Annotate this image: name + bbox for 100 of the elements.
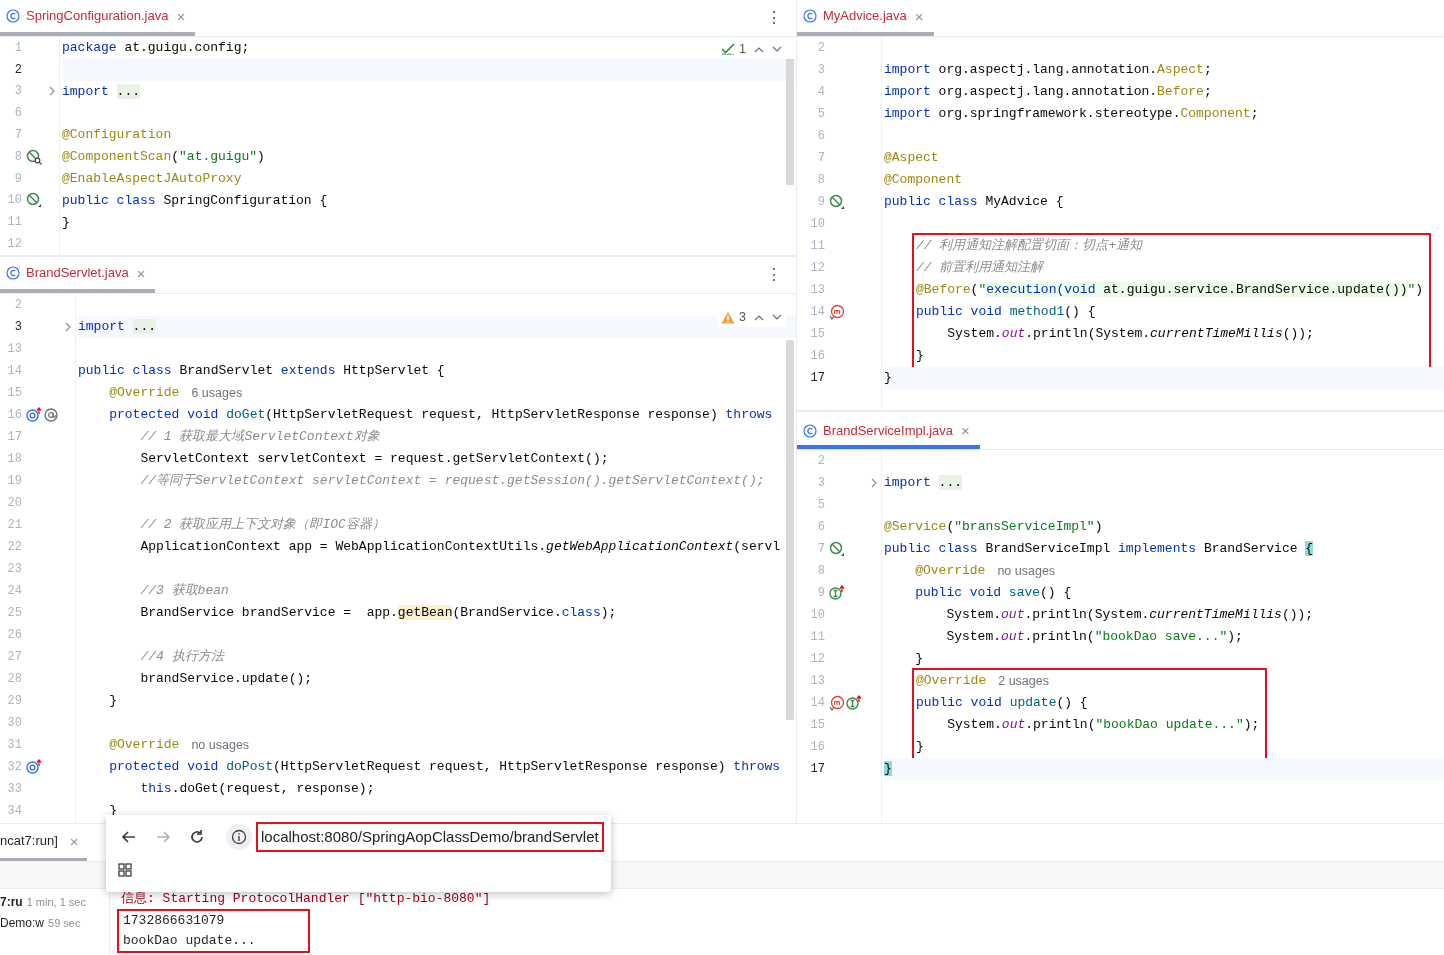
no-entry-icon: [26, 192, 42, 209]
line-number: 19: [6, 473, 23, 490]
line-number: 18: [6, 451, 23, 468]
at-sign-icon: [43, 407, 59, 423]
code-line: //3 获取bean: [139, 582, 229, 601]
code-line: @Override: [914, 562, 986, 581]
line-number: 3: [816, 62, 826, 79]
search-icon: [26, 148, 42, 165]
line-number: 12: [809, 260, 826, 277]
editor-tab[interactable]: SpringConfiguration.java ×: [0, 0, 196, 36]
code-line: protected void doPost(HttpServletRequest request, HttpServletResponse response) throws: [108, 758, 781, 777]
line-number: 12: [6, 236, 23, 254]
line-number: 9: [816, 585, 826, 602]
line-number: 22: [6, 539, 23, 556]
code-line: }: [916, 347, 924, 366]
code-line: @Configuration: [62, 126, 172, 145]
info-icon[interactable]: [231, 829, 247, 845]
code-line: @Component: [884, 171, 962, 190]
line-number: 5: [816, 106, 826, 123]
class-icon: [6, 266, 20, 280]
code-line: public void save() {: [914, 584, 1072, 603]
code-line: import org.springframework.stereotype.Component;: [884, 105, 1259, 124]
chevron-up-icon[interactable]: [754, 45, 764, 53]
code-line: @Override: [108, 736, 180, 755]
usage-hint: 6 usages: [191, 384, 243, 402]
line-number: 17: [809, 370, 826, 387]
console-line: bookDao update...: [122, 932, 256, 950]
code-line: ApplicationContext app = WebApplicationContextUtils.getWebApplicationContext(servl: [139, 538, 781, 557]
implements-icon[interactable]: [846, 695, 862, 711]
code-line: import ...: [62, 82, 140, 101]
advice-icon[interactable]: [829, 695, 845, 711]
class-icon: [6, 9, 20, 23]
line-number: 12: [809, 651, 826, 668]
code-line: public class MyAdvice {: [884, 193, 1064, 212]
fold-icon[interactable]: [870, 478, 878, 488]
code-line: @Aspect: [884, 149, 939, 168]
elapsed-time: 1 min, 1 sec: [26, 895, 86, 910]
close-button[interactable]: ×: [174, 8, 188, 24]
editor-tab[interactable]: MyAdvice.java ×: [797, 0, 934, 36]
apps-grid-icon[interactable]: [118, 863, 132, 877]
service-name[interactable]: 7:ru: [0, 893, 23, 911]
elapsed-time: 59 sec: [48, 916, 81, 931]
code-line: @Before("execution(void at.guigu.service.BrandService.update())"): [916, 281, 1424, 300]
override-icon[interactable]: [26, 759, 42, 775]
fold-icon[interactable]: [64, 322, 72, 332]
code-line: }: [884, 369, 892, 388]
editor-tab[interactable]: BrandServlet.java ×: [0, 257, 156, 293]
service-name[interactable]: Demo:w: [0, 914, 44, 932]
more-menu-button[interactable]: ⋮: [752, 257, 796, 293]
code-line: import ...: [78, 318, 156, 337]
inspection-count[interactable]: 1: [721, 40, 746, 59]
advice-icon[interactable]: [829, 304, 845, 320]
url-field[interactable]: localhost:8080/SpringAopClassDemo/brandServlet: [256, 821, 604, 853]
close-button[interactable]: ×: [959, 423, 972, 438]
line-number: 17: [6, 429, 23, 446]
line-number: 9: [816, 194, 826, 211]
console-line: 信息: Starting ProtocolHandler ["http-bio-8080"]: [120, 890, 492, 908]
line-number: 8: [13, 148, 23, 166]
line-number: 13: [6, 341, 23, 358]
fold-icon[interactable]: [48, 86, 56, 97]
line-number: 20: [6, 495, 23, 512]
line-number: 11: [809, 238, 826, 255]
close-button[interactable]: ×: [134, 265, 148, 281]
no-entry-icon: [829, 194, 845, 210]
line-number: 6: [816, 519, 826, 536]
line-number: 10: [6, 192, 23, 210]
chevron-up-icon[interactable]: [754, 313, 764, 321]
code-line: @Override: [108, 384, 180, 403]
line-number: 4: [816, 84, 826, 101]
line-number: 11: [6, 214, 23, 232]
code-line: // 2 获取应用上下文对象（即IOC容器）: [139, 516, 385, 535]
code-line: protected void doGet(HttpServletRequest request, HttpServletResponse response) throws: [108, 406, 773, 425]
line-number: 13: [809, 282, 826, 299]
close-button[interactable]: ×: [912, 8, 926, 24]
implements-icon[interactable]: [829, 585, 845, 601]
reload-icon[interactable]: [188, 828, 206, 846]
line-number: 31: [6, 737, 23, 754]
override-icon[interactable]: [26, 407, 42, 423]
code-line: @Override: [916, 672, 987, 691]
code-line: @ComponentScan("at.guigu"): [62, 148, 265, 167]
line-number: 1: [13, 39, 23, 57]
line-number: 7: [816, 541, 826, 558]
code-line: public void method1() {: [916, 303, 1096, 322]
close-button[interactable]: ×: [67, 833, 81, 849]
scrollbar-thumb[interactable]: [786, 340, 794, 720]
line-number: 8: [816, 172, 826, 189]
line-number: 3: [13, 83, 23, 101]
chevron-down-icon[interactable]: [772, 45, 782, 53]
no-entry-icon: [829, 541, 845, 557]
chevron-down-icon[interactable]: [772, 313, 782, 321]
more-menu-button[interactable]: ⋮: [752, 0, 796, 36]
code-line: @Service("bransServiceImpl"): [884, 518, 1103, 537]
line-number: 6: [13, 105, 23, 123]
scrollbar-thumb[interactable]: [786, 59, 794, 185]
code-line: System.out.println("bookDao save...");: [945, 628, 1243, 647]
usage-hint: no usages: [191, 736, 250, 754]
line-number: 21: [6, 517, 23, 534]
editor-tab[interactable]: BrandServiceImpl.java ×: [797, 416, 980, 449]
class-icon: [803, 423, 817, 438]
line-number: 32: [6, 759, 23, 776]
